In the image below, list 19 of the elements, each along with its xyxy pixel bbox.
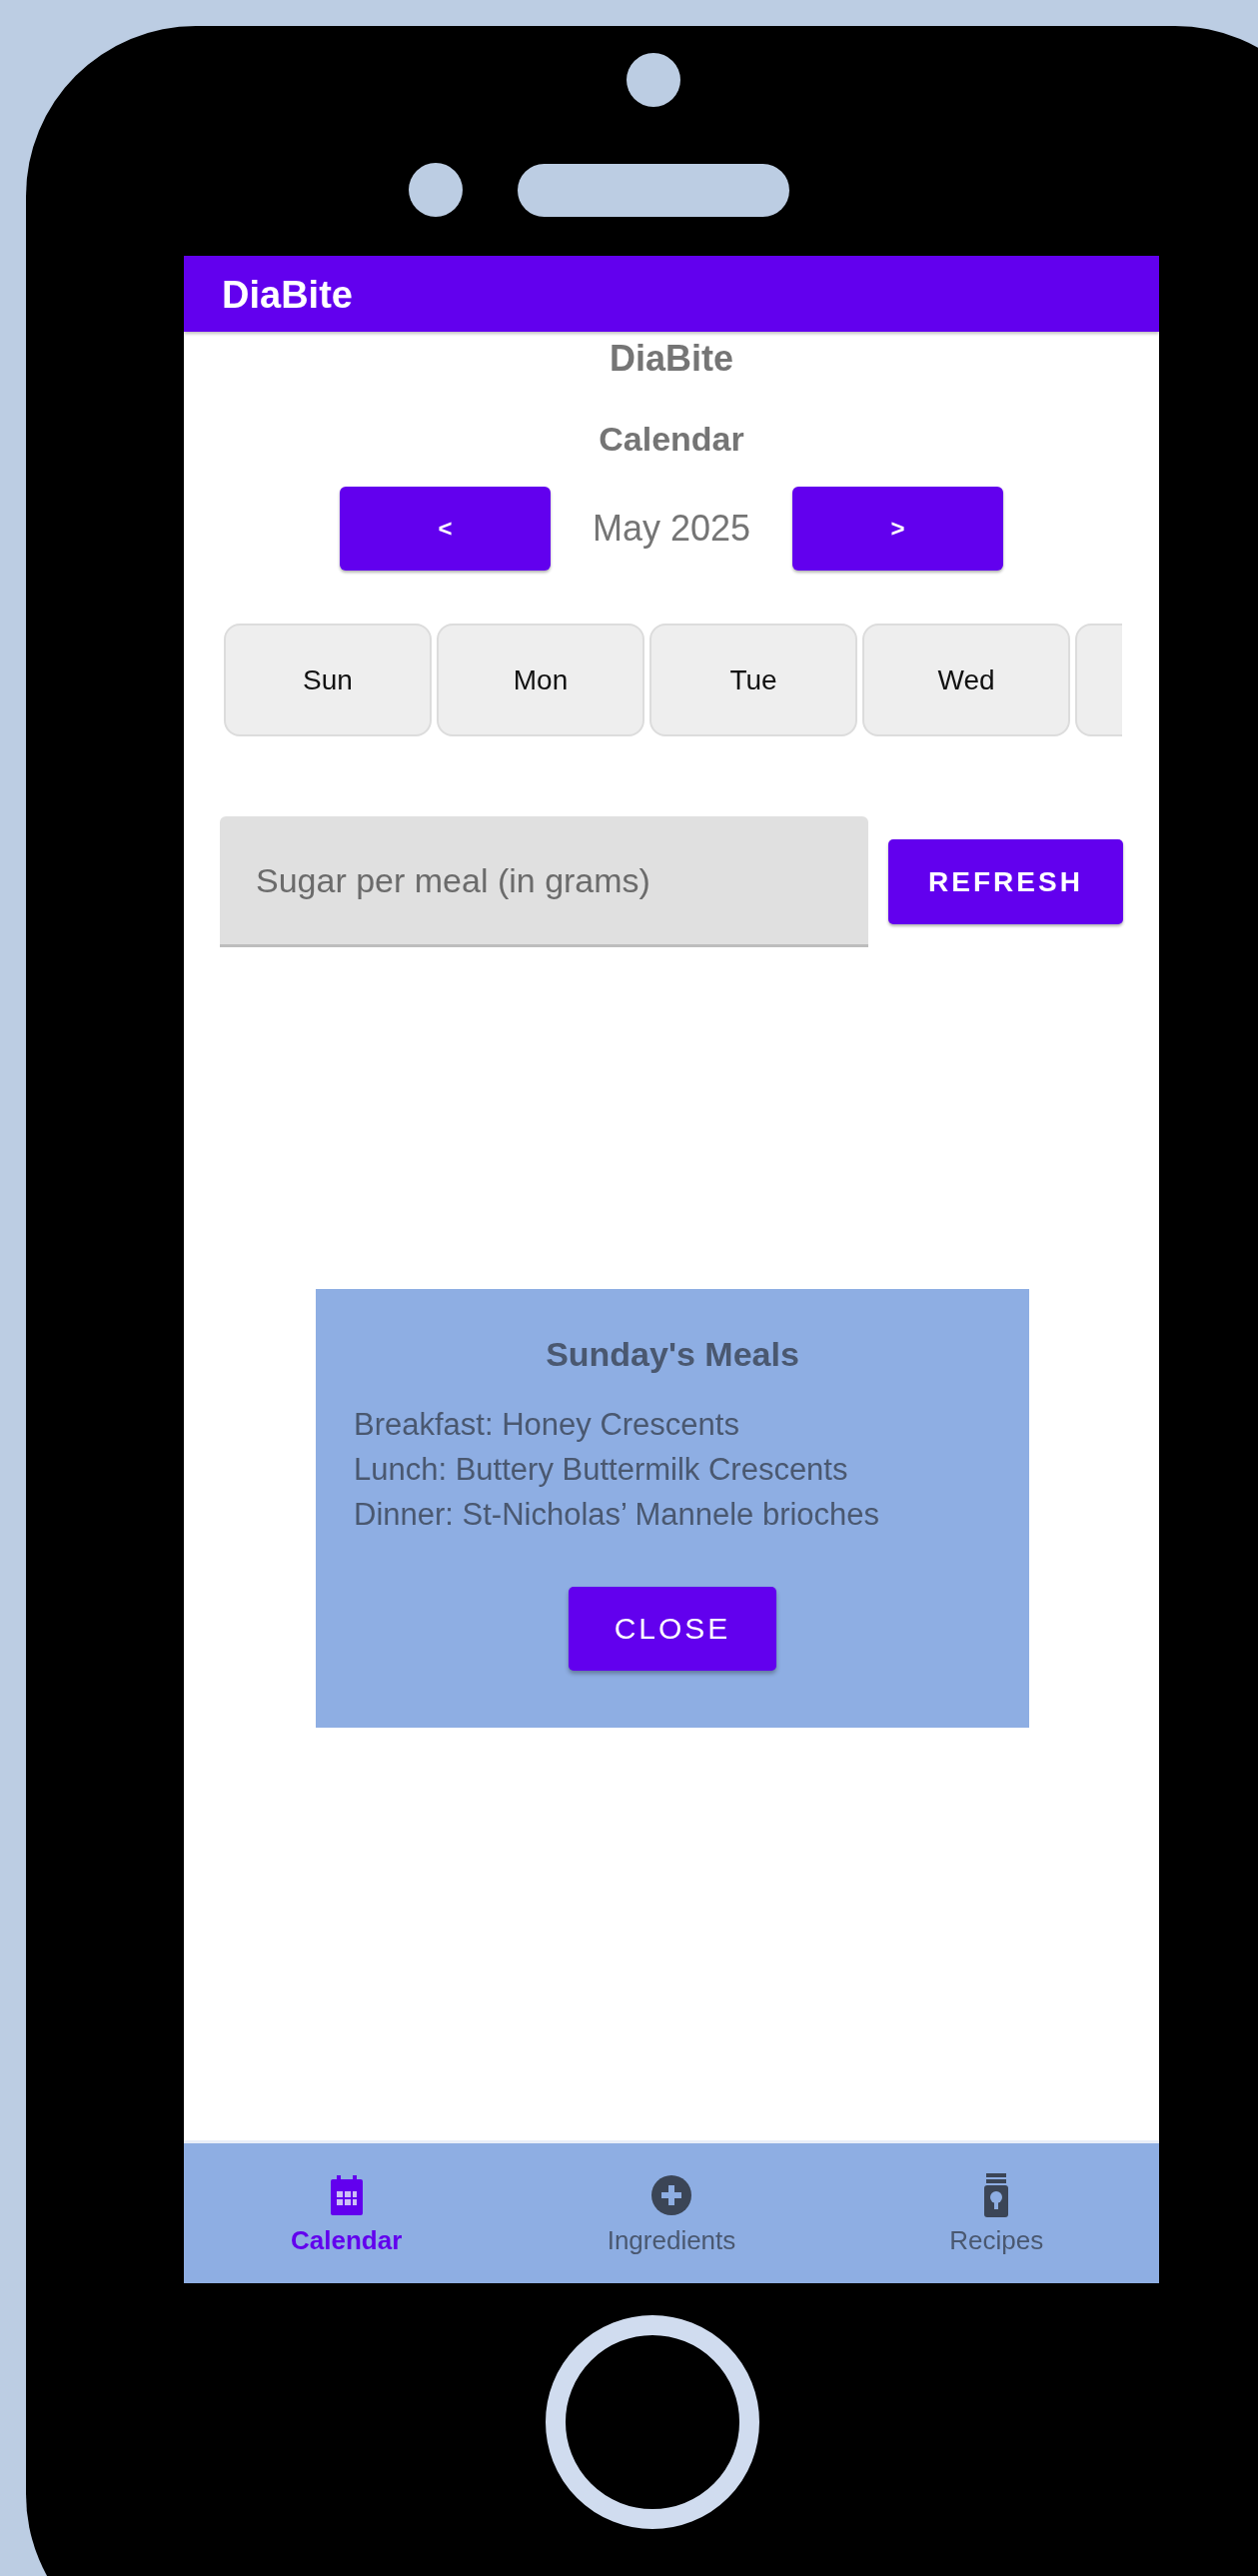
sensor-dot	[409, 163, 463, 217]
day-button[interactable]: Tue	[649, 624, 857, 736]
day-button[interactable]: Wed	[862, 624, 1070, 736]
month-label: May 2025	[591, 508, 752, 550]
meal-text: Breakfast: Honey Crescents	[354, 1406, 740, 1444]
sugar-input-field[interactable]: Sugar per meal (in grams)	[220, 816, 868, 947]
app-heading: DiaBite	[609, 338, 734, 380]
day-button[interactable]: Sun	[224, 624, 432, 736]
page-title: Calendar	[598, 420, 745, 459]
refresh-button[interactable]: REFRESH	[888, 839, 1123, 924]
meal-text: Dinner: St-Nicholas’ Mannele brioches	[354, 1496, 881, 1534]
day-button[interactable]: Mon	[437, 624, 644, 736]
previous-month-button[interactable]: <	[340, 487, 551, 571]
dialog-title: Sunday's Meals	[545, 1335, 800, 1374]
meal-text: Lunch: Buttery Buttermilk Crescents	[354, 1451, 849, 1489]
app-bar-title: DiaBite	[222, 273, 353, 318]
close-button[interactable]: CLOSE	[569, 1587, 776, 1671]
next-month-button[interactable]: >	[792, 487, 1003, 571]
camera-dot	[627, 53, 680, 107]
